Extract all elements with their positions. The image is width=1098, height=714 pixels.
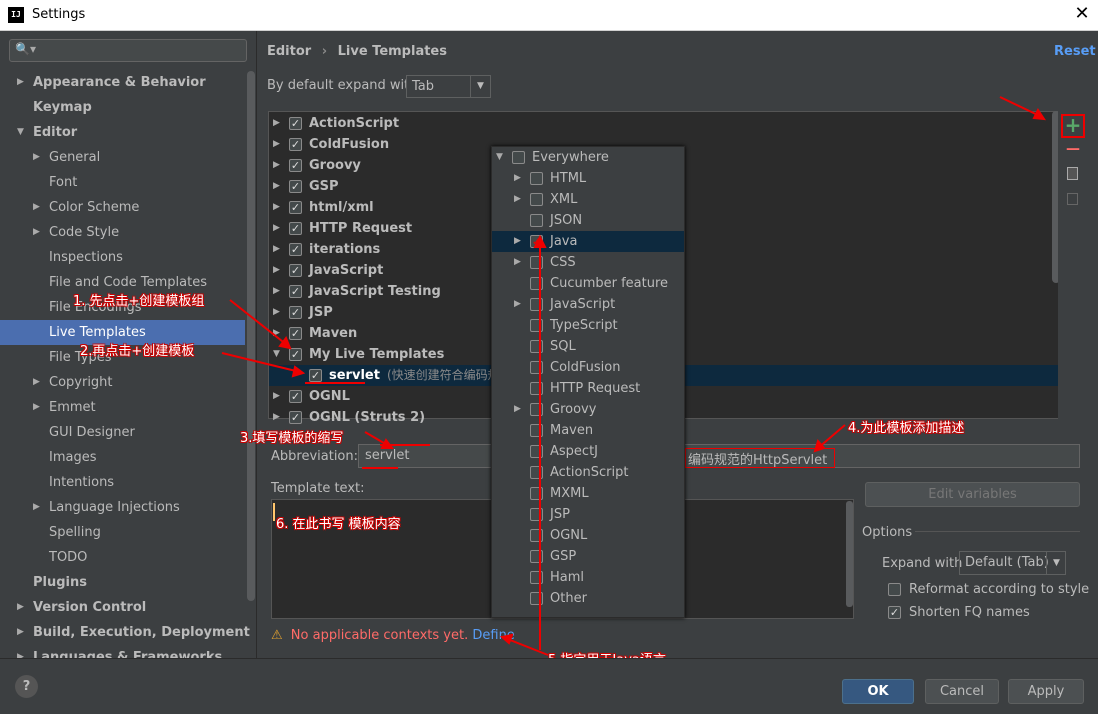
help-icon[interactable]: ? [15, 675, 38, 698]
annotation-arrows [221, 96, 1047, 656]
cancel-button[interactable]: Cancel [925, 679, 999, 704]
apply-button[interactable]: Apply [1008, 679, 1084, 704]
dialog-footer: ? OK Cancel Apply [0, 658, 1098, 714]
ok-button[interactable]: OK [842, 679, 914, 704]
